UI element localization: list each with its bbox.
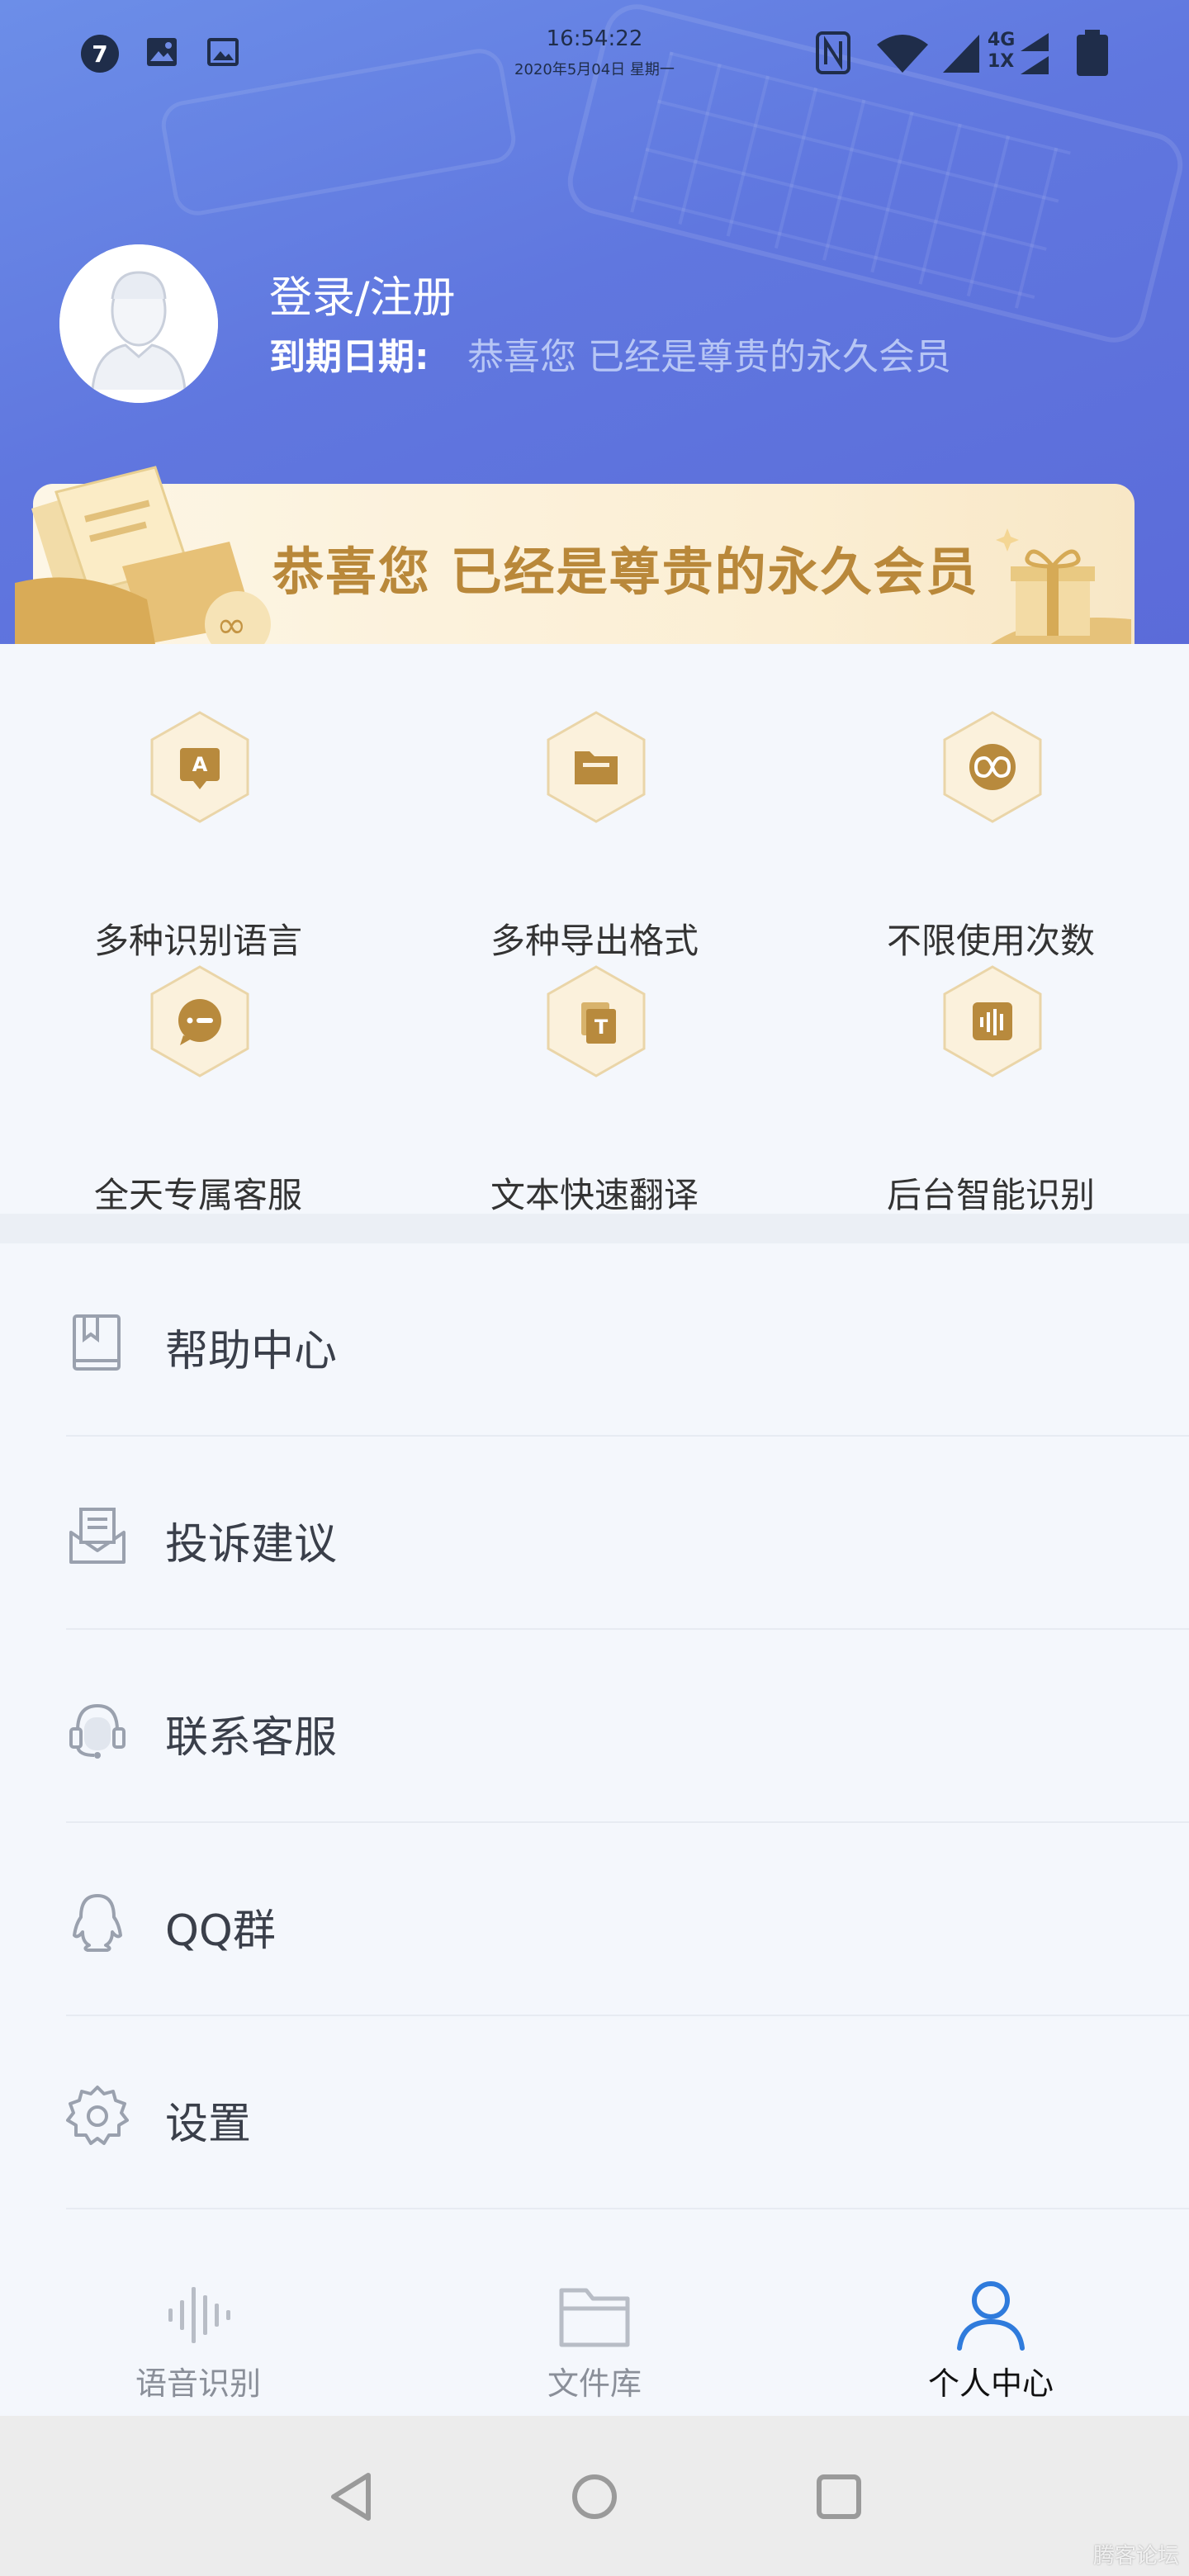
menu-label: QQ群: [165, 1906, 276, 1956]
feature-item: 多种导出格式: [471, 710, 718, 961]
folder-icon: [547, 711, 646, 823]
back-icon[interactable]: [322, 2467, 381, 2526]
status-bar: 7 16:54:22 2020年5月04日 星期一 4G 1X: [0, 0, 1189, 106]
feature-label: 后台智能识别: [886, 1175, 1095, 1215]
signal-icon: [943, 35, 979, 73]
menu-item-feedback[interactable]: 投诉建议: [0, 1437, 1189, 1630]
tab-label: 语音识别: [135, 2365, 261, 2402]
feature-item: 后台智能识别: [867, 964, 1115, 1215]
tab-file-library[interactable]: 文件库: [396, 2254, 793, 2416]
network-type: 4G 1X: [988, 30, 1016, 72]
notification-badge: 7: [81, 35, 119, 73]
feature-label: 文本快速翻译: [490, 1175, 699, 1215]
battery-icon: [1077, 30, 1108, 76]
svg-text:A: A: [192, 753, 208, 776]
headset-icon: [69, 1703, 126, 1759]
gear-icon: [66, 2086, 129, 2145]
nfc-icon: [816, 31, 850, 74]
wifi-icon: [877, 35, 928, 73]
menu-item-qq-group[interactable]: QQ群: [0, 1823, 1189, 2016]
gallery-notification-icon: [207, 38, 239, 66]
status-date: 2020年5月04日 星期一: [514, 61, 675, 78]
menu-label: 帮助中心: [165, 1327, 338, 1376]
feature-item: A 多种识别语言: [74, 710, 322, 961]
home-icon[interactable]: [565, 2467, 624, 2526]
feature-item: 不限使用次数: [867, 710, 1115, 961]
recents-icon[interactable]: [809, 2467, 869, 2526]
book-icon: [73, 1314, 121, 1371]
vip-banner-text: 恭喜您 已经是尊贵的永久会员: [272, 542, 979, 602]
expire-date-value: 恭喜您 已经是尊贵的永久会员: [467, 336, 951, 378]
menu-label: 投诉建议: [165, 1520, 338, 1570]
menu-label: 联系客服: [165, 1713, 338, 1763]
user-icon: [957, 2281, 1025, 2351]
feature-item: T 文本快速翻译: [471, 964, 718, 1215]
feature-item: 全天专属客服: [74, 964, 322, 1215]
infinity-icon: [943, 711, 1042, 823]
image-notification-icon: [147, 38, 177, 66]
waveform-icon: [168, 2287, 230, 2343]
vip-card-illustration: ∞: [15, 466, 271, 644]
vip-features-grid: A 多种识别语言 多种导出格式 不限使用次数 全天专属客服 T 文本快速翻译 后…: [0, 644, 1189, 1215]
watermark: 腾客论坛: [1092, 2544, 1179, 2569]
feature-label: 多种导出格式: [490, 921, 699, 961]
language-icon: A: [150, 711, 249, 823]
divider: [66, 2208, 1189, 2209]
qq-icon: [73, 1894, 122, 1952]
svg-text:∞: ∞: [216, 604, 247, 644]
menu-item-settings[interactable]: 设置: [0, 2016, 1189, 2209]
menu-label: 设置: [165, 2100, 252, 2149]
chat-icon: [150, 965, 249, 1077]
svg-text:T: T: [594, 1016, 609, 1039]
mail-icon: [69, 1508, 126, 1564]
translate-icon: T: [547, 965, 646, 1077]
avatar[interactable]: [59, 244, 218, 403]
bottom-tab-bar: 语音识别 文件库 个人中心: [0, 2254, 1189, 2416]
feature-label: 多种识别语言: [93, 921, 302, 961]
folder-icon: [559, 2288, 630, 2347]
waveform-icon: [943, 965, 1042, 1077]
menu-item-help-center[interactable]: 帮助中心: [0, 1243, 1189, 1437]
menu-item-contact-support[interactable]: 联系客服: [0, 1630, 1189, 1823]
signal-small-icon: [1021, 33, 1049, 74]
feature-label: 不限使用次数: [886, 921, 1095, 961]
system-navigation-bar: 腾客论坛: [0, 2416, 1189, 2576]
tab-speech-recognition[interactable]: 语音识别: [0, 2254, 396, 2416]
status-time: 16:54:22: [546, 26, 643, 51]
feature-label: 全天专属客服: [93, 1175, 302, 1215]
tab-personal-center[interactable]: 个人中心: [793, 2254, 1189, 2416]
expire-date-label: 到期日期:: [269, 336, 429, 378]
section-divider: [0, 1214, 1189, 1243]
tab-label: 文件库: [547, 2365, 642, 2402]
login-register-link[interactable]: 登录/注册: [269, 263, 456, 324]
default-avatar-icon: [59, 244, 218, 403]
tab-label: 个人中心: [927, 2365, 1054, 2402]
gift-illustration: [991, 528, 1131, 644]
